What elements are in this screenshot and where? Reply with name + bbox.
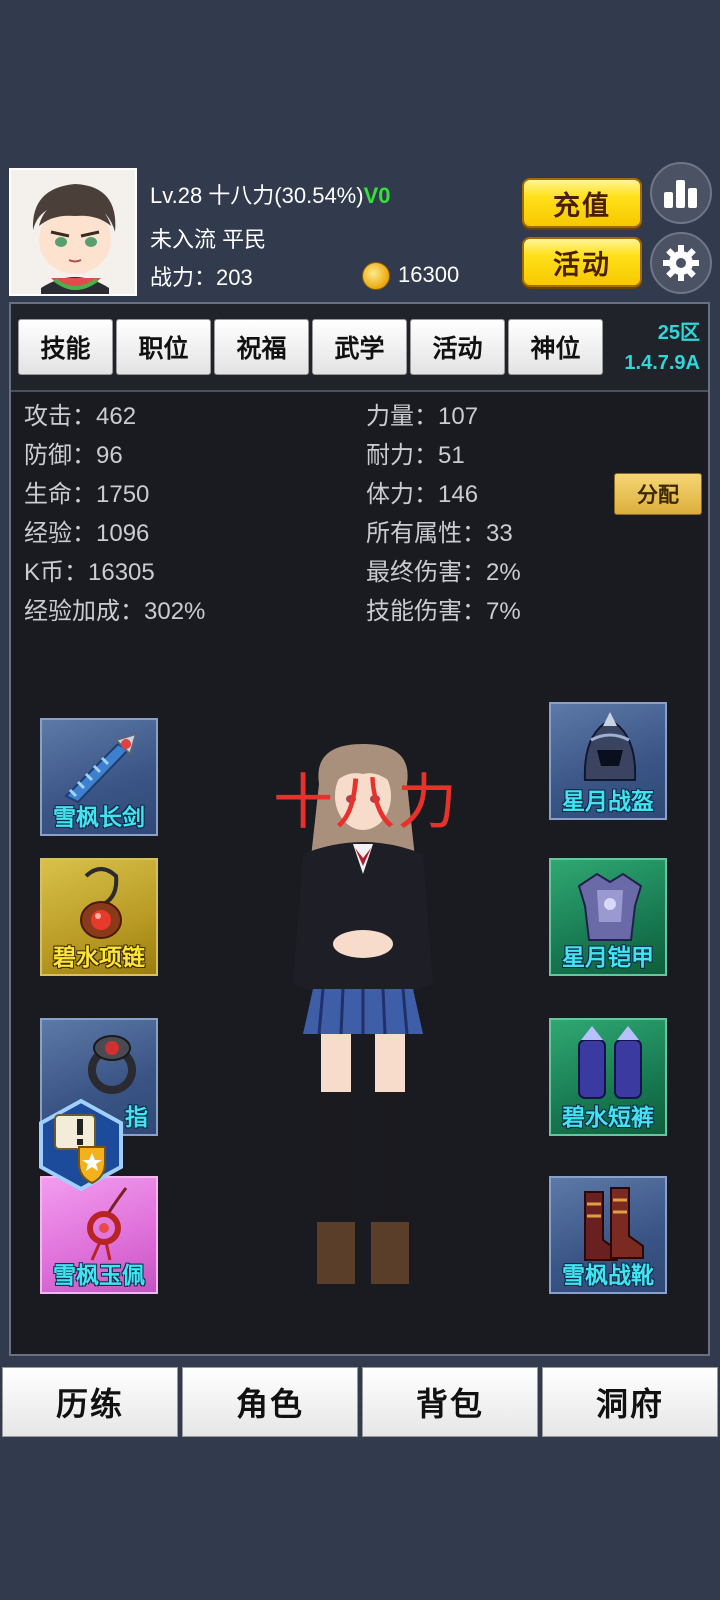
equip-slot-armor[interactable]: 星月铠甲	[549, 858, 667, 976]
equip-name: 雪枫战靴	[562, 1262, 654, 1288]
vip-level: V0	[363, 183, 391, 208]
distribute-button[interactable]: 分配	[614, 473, 702, 515]
helmet-icon	[583, 712, 637, 781]
tab-bar: 技能 职位 祝福 武学 活动 神位 25区 1.4.7.9A	[11, 304, 708, 392]
stat-stamina: 体力：146	[366, 481, 479, 508]
equip-name: 雪枫长剑	[53, 804, 145, 830]
nav-backpack[interactable]: 背包	[362, 1367, 538, 1437]
stat-experience: 经验：1096	[24, 520, 150, 547]
stat-endurance: 耐力：51	[366, 442, 465, 469]
equip-slot-leggings[interactable]: 碧水短裤	[549, 1018, 667, 1136]
equip-slot-helmet[interactable]: 星月战盔	[549, 702, 667, 820]
coin-icon	[362, 262, 390, 290]
player-rank: 未入流 平民	[150, 227, 267, 252]
server-info: 25区 1.4.7.9A	[624, 318, 700, 378]
settings-button[interactable]	[650, 232, 712, 294]
equip-slot-weapon[interactable]: 雪枫长剑	[40, 718, 158, 836]
armor-icon	[577, 872, 643, 941]
player-avatar[interactable]	[9, 168, 137, 296]
stat-all-attributes: 所有属性：33	[366, 520, 513, 547]
stat-exp-bonus: 经验加成：302%	[24, 598, 206, 625]
tab-god-rank[interactable]: 神位	[508, 319, 603, 375]
stat-skill-damage: 技能伤害：7%	[366, 598, 521, 625]
equip-name: 碧水项链	[53, 944, 145, 970]
tab-position[interactable]: 职位	[116, 319, 211, 375]
tab-blessing[interactable]: 祝福	[214, 319, 309, 375]
nav-character[interactable]: 角色	[182, 1367, 358, 1437]
activity-button[interactable]: 活动	[522, 237, 642, 287]
sword-icon	[64, 732, 138, 804]
equip-slot-boots[interactable]: 雪枫战靴	[549, 1176, 667, 1294]
coin-count: 16300	[398, 262, 460, 287]
stat-strength: 力量：107	[366, 403, 479, 430]
stats-button[interactable]	[650, 162, 712, 224]
power-label: 战力：	[150, 265, 217, 290]
equip-name: 碧水短裤	[562, 1104, 654, 1130]
tab-skills[interactable]: 技能	[18, 319, 113, 375]
nav-training[interactable]: 历练	[2, 1367, 178, 1437]
stat-defense: 防御：96	[24, 442, 123, 469]
game-version: 1.4.7.9A	[624, 352, 700, 374]
server-zone: 25区	[657, 322, 700, 344]
tab-martial-arts[interactable]: 武学	[312, 319, 407, 375]
quest-badge-icon[interactable]	[33, 1097, 129, 1193]
nav-cave-residence[interactable]: 洞府	[542, 1367, 718, 1437]
character-name: 十八力	[273, 769, 459, 836]
player-power: 战力：203	[150, 260, 253, 292]
player-level: Lv.28 十八力(30.54%)V0	[150, 178, 391, 210]
stat-attack: 攻击：462	[24, 403, 137, 430]
gear-icon	[663, 245, 699, 281]
equip-slot-necklace[interactable]: 碧水项链	[40, 858, 158, 976]
bar-chart-icon	[664, 180, 697, 208]
tab-activity[interactable]: 活动	[410, 319, 505, 375]
leggings-icon	[578, 1026, 642, 1099]
equip-slot-pendant[interactable]: 雪枫玉佩	[40, 1176, 158, 1294]
pendant-icon	[87, 1187, 128, 1261]
power-value: 203	[216, 265, 253, 290]
necklace-icon	[80, 867, 122, 939]
stat-final-damage: 最终伤害：2%	[366, 559, 521, 586]
level-text: Lv.28 十八力(30.54%)	[150, 183, 364, 208]
equip-name: 星月铠甲	[562, 944, 654, 970]
stat-health: 生命：1750	[24, 481, 150, 508]
character-panel: 技能 职位 祝福 武学 活动 神位 25区 1.4.7.9A 攻击：462 防御…	[9, 302, 710, 1356]
ring-icon	[88, 1035, 136, 1094]
equip-name: 雪枫玉佩	[53, 1262, 145, 1288]
boots-icon	[584, 1187, 644, 1261]
recharge-button[interactable]: 充值	[522, 178, 642, 228]
equip-name: 星月战盔	[562, 788, 654, 814]
stat-k-coins: K币：16305	[24, 559, 155, 586]
